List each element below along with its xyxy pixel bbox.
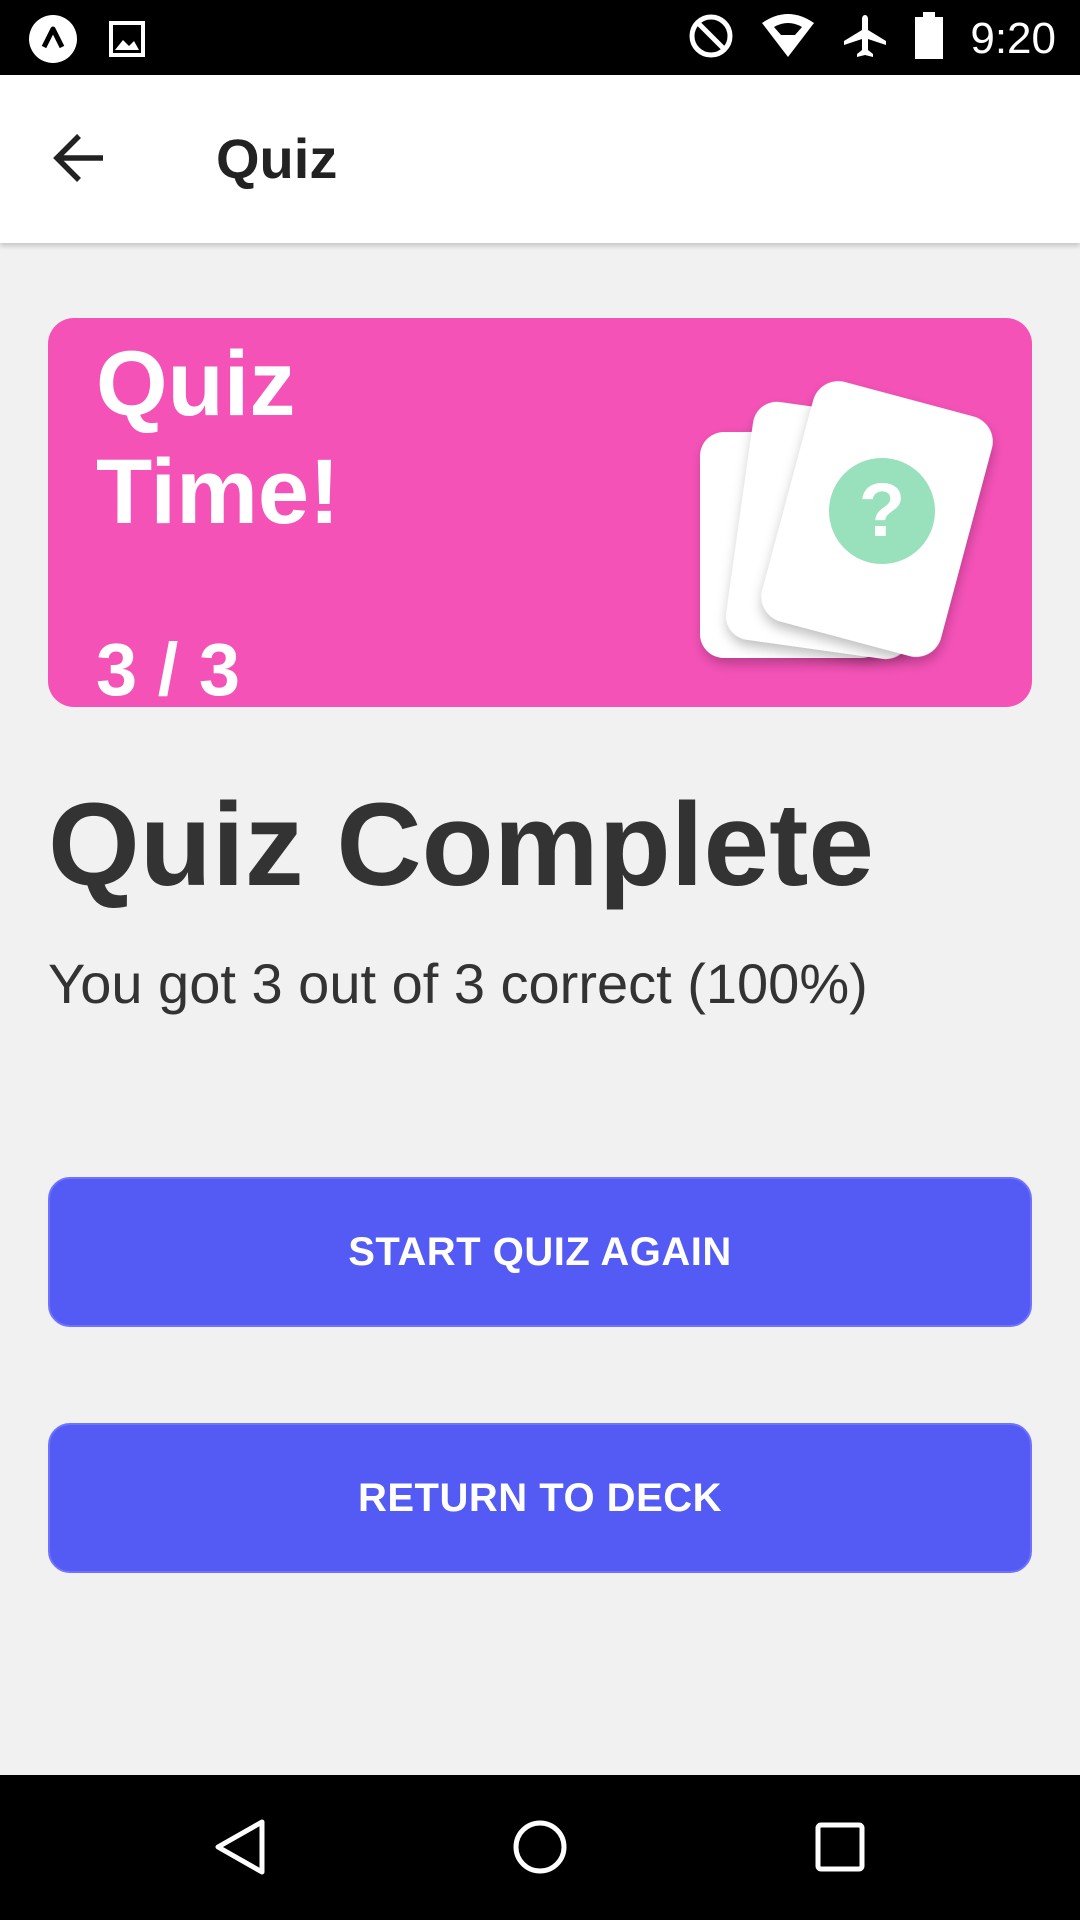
app-bar: Quiz: [0, 75, 1080, 243]
app-badge-icon: [28, 14, 78, 69]
start-quiz-again-button[interactable]: START QUIZ AGAIN: [48, 1177, 1032, 1327]
quiz-banner: Quiz Time! 3 / 3 ?: [48, 318, 1032, 707]
question-progress: 3 / 3: [96, 628, 240, 708]
svg-text:?: ?: [859, 468, 905, 553]
banner-title: Quiz Time!: [96, 333, 340, 543]
do-not-disturb-icon: [688, 13, 734, 64]
result-heading: Quiz Complete: [48, 779, 875, 911]
nav-recents-button[interactable]: [800, 1809, 880, 1889]
nav-home-icon: [510, 1817, 570, 1882]
nav-back-button[interactable]: [200, 1809, 280, 1889]
question-cards-icon: ?: [608, 346, 1008, 686]
return-to-deck-button[interactable]: RETURN TO DECK: [48, 1423, 1032, 1573]
nav-back-icon: [212, 1817, 268, 1882]
nav-home-button[interactable]: [500, 1809, 580, 1889]
arrow-back-icon: [51, 130, 107, 191]
system-nav-bar: [0, 1775, 1080, 1920]
status-bar: 9:20: [0, 0, 1080, 75]
nav-recents-icon: [812, 1819, 868, 1880]
status-time: 9:20: [970, 13, 1056, 63]
battery-icon: [914, 12, 944, 65]
airplane-icon: [842, 13, 888, 64]
wifi-icon: [760, 13, 816, 64]
score-summary: You got 3 out of 3 correct (100%): [48, 952, 868, 1015]
page-title: Quiz: [216, 127, 338, 190]
back-button[interactable]: [44, 125, 114, 195]
image-notification-icon: [108, 20, 146, 63]
